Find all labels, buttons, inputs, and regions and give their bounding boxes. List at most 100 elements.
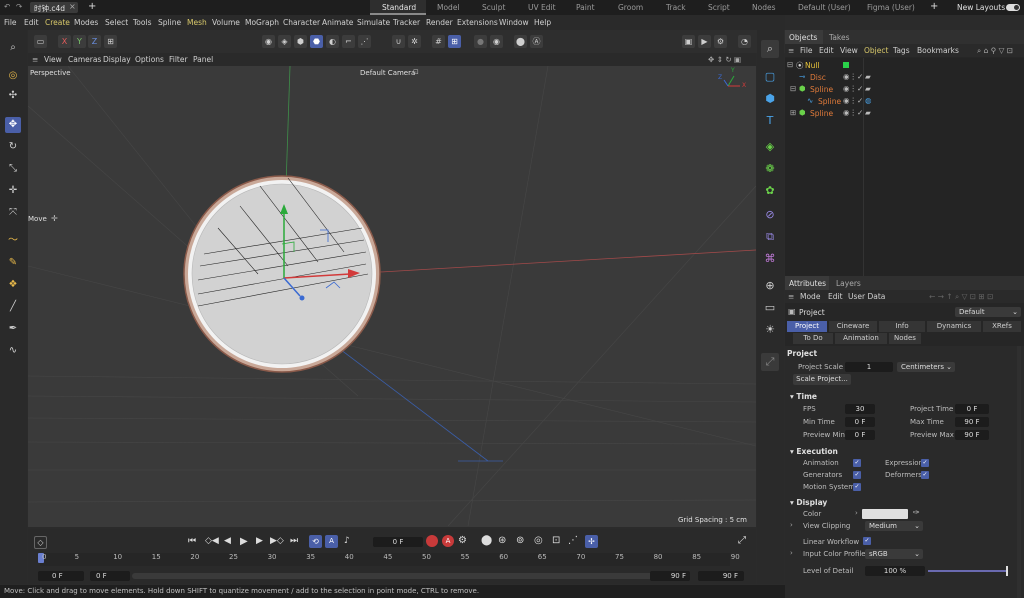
expand-icon[interactable]: ⊞: [790, 108, 796, 117]
sds-icon[interactable]: ⬤: [514, 35, 527, 48]
project-time-field[interactable]: 0 F: [955, 404, 989, 414]
menu-volume[interactable]: Volume: [212, 18, 240, 27]
min-frame-field[interactable]: 0 F: [38, 571, 84, 581]
key-grid-icon[interactable]: ⋰: [568, 535, 578, 546]
min-time-field[interactable]: 0 F: [845, 417, 875, 427]
null-object-icon[interactable]: ▢: [761, 68, 779, 86]
tab-cineware[interactable]: Cineware: [829, 321, 877, 332]
scale-project-button[interactable]: Scale Project...: [793, 374, 851, 385]
objects-menu-edit[interactable]: Edit: [819, 46, 834, 55]
workplane-icon[interactable]: ⊞: [448, 35, 461, 48]
tags-icon[interactable]: ⤢: [761, 353, 779, 371]
effector-icon[interactable]: ✿: [761, 182, 779, 200]
key-all-icon[interactable]: ✢: [585, 535, 598, 548]
menu-edit[interactable]: Edit: [24, 18, 39, 27]
attributes-scrollbar[interactable]: [1017, 346, 1021, 598]
coordinate-system-icon[interactable]: ⊞: [104, 35, 117, 48]
lod-slider-handle[interactable]: [1006, 566, 1008, 576]
visibility-dot[interactable]: [843, 62, 849, 68]
sound-icon[interactable]: ♪: [344, 536, 350, 546]
tab-dynamics[interactable]: Dynamics: [927, 321, 981, 332]
menu-modes[interactable]: Modes: [74, 18, 98, 27]
objects-menu-object[interactable]: Object: [864, 46, 888, 55]
layout-default-user[interactable]: Default (User): [798, 3, 851, 12]
snap-transform-icon[interactable]: ⤧: [5, 205, 21, 221]
viewport-menu-panel[interactable]: Panel: [193, 55, 213, 64]
layer-check-icon[interactable]: ◉⋮✓: [843, 108, 863, 117]
menu-extensions[interactable]: Extensions: [457, 18, 498, 27]
menu-spline[interactable]: Spline: [158, 18, 181, 27]
lod-field[interactable]: 100 %: [865, 566, 925, 576]
camera-icon[interactable]: ▭: [761, 299, 779, 317]
menu-tools[interactable]: Tools: [133, 18, 151, 27]
layout-script[interactable]: Script: [708, 3, 730, 12]
tab-animation[interactable]: Animation: [835, 333, 887, 344]
menu-file[interactable]: File: [4, 18, 17, 27]
deformer-icon[interactable]: ⊘: [761, 206, 779, 224]
undo-icon[interactable]: ↶: [4, 2, 10, 11]
tab-layers[interactable]: Layers: [836, 279, 861, 288]
transform-tool-icon[interactable]: ✛: [5, 183, 21, 199]
expression-checkbox[interactable]: ✓: [921, 459, 929, 467]
layout-paint[interactable]: Paint: [576, 3, 595, 12]
spline-paint-icon[interactable]: ❖: [5, 277, 21, 293]
preview-max-field[interactable]: 90 F: [955, 430, 989, 440]
layout-standard[interactable]: Standard: [382, 3, 416, 12]
snap-icon[interactable]: ∪: [392, 35, 405, 48]
menu-window[interactable]: Window: [499, 18, 529, 27]
spline-wrap-icon[interactable]: ⌘: [761, 250, 779, 268]
objects-menu-file[interactable]: File: [800, 46, 813, 55]
material-tag-icon[interactable]: ◍: [865, 96, 872, 105]
goto-start-icon[interactable]: ⏮: [188, 536, 196, 546]
key-position-icon[interactable]: ⬤: [481, 535, 492, 546]
points-mode-icon[interactable]: ◉: [262, 35, 275, 48]
edges-mode-icon[interactable]: ◈: [278, 35, 291, 48]
expand-icon[interactable]: ›: [790, 521, 793, 529]
model-mode-icon[interactable]: ⬣: [310, 35, 323, 48]
object-row-spline-child[interactable]: ∿ Spline ◉⋮✓ ◍: [785, 96, 1024, 108]
preview-min-field[interactable]: 0 F: [90, 571, 130, 581]
object-row-null[interactable]: ⊟ ⦿ Null: [785, 60, 1024, 72]
axis-mode-icon[interactable]: ⌐: [342, 35, 355, 48]
deformers-checkbox[interactable]: ✓: [921, 471, 929, 479]
project-scale-unit-dropdown[interactable]: Centimeters ⌄: [897, 362, 955, 372]
section-time[interactable]: ▾ Time: [790, 392, 817, 401]
render-settings-icon[interactable]: ⚙: [714, 35, 727, 48]
current-frame-field[interactable]: 0 F: [373, 537, 423, 547]
key-scale-icon[interactable]: ⊚: [516, 535, 524, 546]
redshift-icon[interactable]: ◔: [738, 35, 751, 48]
attributes-menu-user-data[interactable]: User Data: [848, 292, 885, 301]
viewport-menu-cameras[interactable]: Cameras: [68, 55, 101, 64]
axis-z-button[interactable]: Z: [88, 35, 101, 48]
collapse-icon[interactable]: ⊟: [790, 84, 796, 93]
layout-track[interactable]: Track: [666, 3, 686, 12]
search-create-icon[interactable]: ⌕: [761, 40, 779, 58]
key-param-icon[interactable]: ◎: [534, 535, 543, 546]
search-icon[interactable]: ⌕: [5, 40, 21, 56]
layout-sculpt[interactable]: Sculpt: [482, 3, 505, 12]
key-rotation-icon[interactable]: ⊛: [498, 535, 506, 546]
undo-view-icon[interactable]: ▭: [34, 35, 47, 48]
viewport-menu-view[interactable]: View: [44, 55, 62, 64]
animation-checkbox[interactable]: ✓: [853, 459, 861, 467]
play-icon[interactable]: ▶: [240, 536, 248, 547]
preset-dropdown[interactable]: Default ⌄: [955, 307, 1021, 317]
lod-slider[interactable]: [928, 570, 1008, 572]
object-row-disc[interactable]: ⊸ Disc ◉⋮✓ ▰: [785, 72, 1024, 84]
loop-icon[interactable]: ⟲: [309, 535, 322, 548]
grid-icon[interactable]: #: [432, 35, 445, 48]
rotate-tool-icon[interactable]: ↻: [5, 139, 21, 155]
project-scale-field[interactable]: 1: [845, 362, 893, 372]
input-color-profile-dropdown[interactable]: sRGB ⌄: [865, 549, 923, 559]
section-display[interactable]: ▾ Display: [790, 498, 827, 507]
move-tool-icon[interactable]: ✥: [5, 117, 21, 133]
objects-menu-view[interactable]: View: [840, 46, 858, 55]
layout-figma-user[interactable]: Figma (User): [867, 3, 915, 12]
menu-select[interactable]: Select: [105, 18, 128, 27]
tab-to-do[interactable]: To Do: [793, 333, 833, 344]
prev-frame-icon[interactable]: ◀: [224, 536, 231, 546]
object-name[interactable]: Spline: [810, 85, 833, 94]
viewport-menu-options[interactable]: Options: [135, 55, 164, 64]
cube-icon[interactable]: ⬢: [761, 90, 779, 108]
viewport-menu-display[interactable]: Display: [103, 55, 131, 64]
